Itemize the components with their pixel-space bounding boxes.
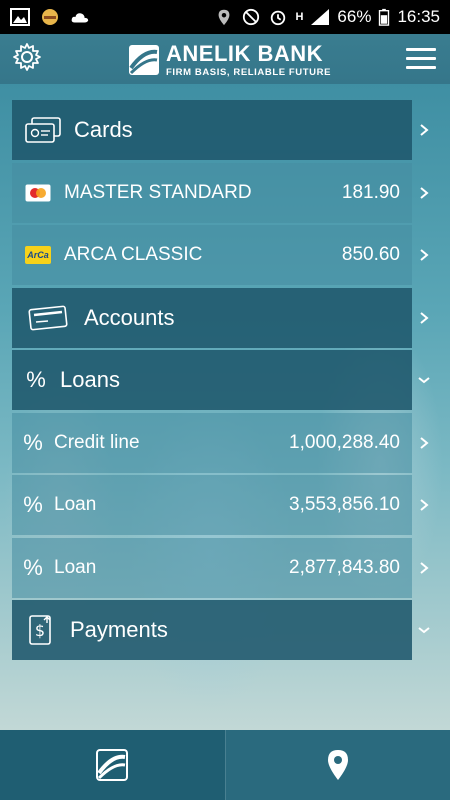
- chevron-right-icon: [417, 561, 431, 575]
- accounts-list: Cards MASTER STANDARD 181.90 ArCa ARCA C…: [12, 100, 430, 663]
- section-label: Loans: [60, 367, 120, 392]
- percent-icon: %: [26, 367, 46, 392]
- app-header: ANELIK BANK FIRM BASIS, RELIABLE FUTURE: [0, 34, 450, 84]
- burger-app-icon: [42, 9, 58, 25]
- loan-amount: 3,553,856.10: [289, 494, 400, 515]
- loan-amount: 2,877,843.80: [289, 556, 400, 578]
- tab-locations[interactable]: [224, 730, 450, 800]
- clock: 16:35: [397, 7, 440, 26]
- loan-item[interactable]: % Credit line 1,000,288.40: [12, 412, 429, 473]
- do-not-disturb-icon: [243, 8, 260, 26]
- chevron-right-icon: [417, 436, 431, 450]
- anelik-logo-icon: [129, 45, 159, 76]
- chevron-down-icon: [417, 373, 431, 387]
- tab-home[interactable]: [0, 730, 225, 800]
- percent-icon: %: [23, 492, 43, 517]
- chevron-down-icon: [417, 623, 431, 637]
- loan-name: Credit line: [54, 431, 140, 453]
- card-name: ARCA CLASSIC: [64, 244, 203, 265]
- loan-name: Loan: [54, 494, 97, 515]
- arca-card-icon: ArCa: [25, 246, 51, 264]
- arca-card-icon-text: ArCa: [27, 250, 49, 260]
- status-bar: H 66% 16:35: [0, 0, 450, 34]
- bank-name: ANELIK BANK: [166, 41, 324, 66]
- percent-icon: %: [23, 554, 43, 580]
- cards-icon: [25, 117, 61, 143]
- section-accounts[interactable]: Accounts: [12, 287, 429, 348]
- section-cards[interactable]: Cards: [12, 100, 429, 160]
- settings-gear-icon[interactable]: [12, 42, 42, 72]
- section-payments[interactable]: $ Payments: [12, 600, 430, 660]
- section-loans[interactable]: % Loans: [12, 350, 430, 410]
- battery-percent: 66%: [337, 7, 372, 26]
- card-balance: 850.60: [341, 244, 400, 265]
- svg-text:$: $: [35, 621, 45, 640]
- chevron-right-icon: [417, 311, 431, 325]
- loan-item[interactable]: % Loan 3,553,856.10: [12, 475, 429, 535]
- card-item[interactable]: ArCa ARCA CLASSIC 850.60: [12, 225, 429, 285]
- loan-amount: 1,000,288.40: [289, 431, 400, 453]
- mastercard-icon: [25, 184, 51, 201]
- card-item[interactable]: MASTER STANDARD 181.90: [12, 162, 429, 223]
- bank-tagline: FIRM BASIS, RELIABLE FUTURE: [166, 67, 332, 78]
- network-type: H: [295, 11, 304, 23]
- location-pin-icon: [219, 9, 230, 26]
- section-label: Payments: [70, 617, 168, 642]
- percent-icon: %: [23, 429, 43, 455]
- bottom-nav: [0, 730, 450, 800]
- signal-icon: [311, 9, 330, 25]
- cloud-icon: [71, 13, 89, 23]
- hamburger-menu-icon[interactable]: [406, 48, 436, 70]
- alarm-icon: [271, 10, 286, 26]
- loan-item[interactable]: % Loan 2,877,843.80: [12, 537, 429, 598]
- card-balance: 181.90: [341, 181, 400, 203]
- card-name: MASTER STANDARD: [64, 181, 252, 203]
- battery-icon: [379, 8, 390, 26]
- chevron-right-icon: [417, 248, 431, 262]
- gallery-icon: [10, 8, 30, 26]
- bank-logo: ANELIK BANK FIRM BASIS, RELIABLE FUTURE: [128, 43, 331, 78]
- payments-icon: $: [29, 615, 51, 645]
- loan-name: Loan: [54, 556, 97, 578]
- section-label: Cards: [74, 117, 133, 142]
- chevron-right-icon: [417, 186, 431, 200]
- chevron-right-icon: [417, 123, 431, 137]
- account-card-icon: [28, 305, 68, 330]
- chevron-right-icon: [417, 498, 431, 512]
- section-label: Accounts: [84, 304, 175, 330]
- map-pin-icon: [327, 750, 348, 780]
- anelik-home-icon: [96, 749, 129, 781]
